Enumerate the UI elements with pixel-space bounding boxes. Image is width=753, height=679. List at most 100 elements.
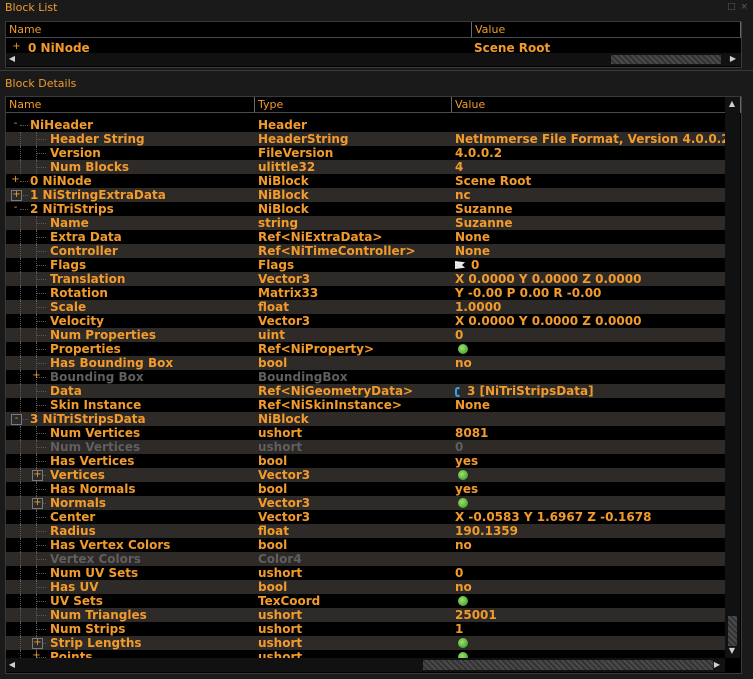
scroll-down-icon[interactable]: ▼ — [727, 646, 737, 656]
collapse-icon[interactable]: - — [11, 414, 22, 425]
field-value[interactable]: X -0.0583 Y 1.6967 Z -0.1678 — [455, 510, 725, 524]
field-value[interactable]: X 0.0000 Y 0.0000 Z 0.0000 — [455, 272, 725, 286]
field-value[interactable]: None — [455, 230, 725, 244]
scroll-thumb[interactable] — [611, 55, 721, 64]
field-value[interactable] — [455, 412, 725, 426]
tree-row[interactable]: Num Strips ushort 1 — [6, 622, 725, 636]
scroll-thumb[interactable] — [728, 616, 737, 646]
panel-controls-icon[interactable]: □ × — [727, 1, 749, 13]
tree-row[interactable]: Extra Data Ref<NiExtraData> None — [6, 230, 725, 244]
field-value[interactable] — [455, 370, 725, 384]
tree-row[interactable]: -3 NiTriStripsData NiBlock — [6, 412, 725, 426]
tree-row[interactable]: + Points ushort — [6, 650, 725, 658]
field-value[interactable] — [455, 342, 725, 356]
tree-row[interactable]: Has Normals bool yes — [6, 482, 725, 496]
expand-icon[interactable]: + — [12, 42, 21, 52]
field-value[interactable]: 4.0.0.2 — [455, 146, 725, 160]
tree-row[interactable]: +0 NiNode NiBlock Scene Root — [6, 174, 725, 188]
column-header-name[interactable]: Name — [6, 97, 255, 113]
field-value[interactable]: no — [455, 356, 725, 370]
field-value[interactable] — [455, 118, 725, 132]
field-value[interactable]: 0 — [455, 440, 725, 454]
tree-row[interactable]: Version FileVersion 4.0.0.2 — [6, 146, 725, 160]
field-value[interactable] — [455, 636, 725, 650]
field-value[interactable]: Scene Root — [455, 174, 725, 188]
expand-icon[interactable]: + — [11, 190, 22, 201]
field-value[interactable]: no — [455, 538, 725, 552]
scroll-thumb[interactable] — [423, 660, 713, 670]
field-value[interactable]: yes — [455, 454, 725, 468]
field-value[interactable]: 1.0000 — [455, 300, 725, 314]
expand-icon[interactable]: + — [32, 498, 43, 509]
column-header-value[interactable]: Value — [472, 22, 741, 38]
scroll-right-icon[interactable]: ▶ — [728, 54, 738, 64]
field-value[interactable]: None — [455, 398, 725, 412]
tree-row[interactable]: Header String HeaderString NetImmerse File… — [6, 132, 725, 146]
tree-row[interactable]: Num Vertices ushort 0 — [6, 440, 725, 454]
tree-row[interactable]: Vertex Colors Color4 — [6, 552, 725, 566]
field-value[interactable] — [455, 594, 725, 608]
field-value[interactable] — [455, 650, 725, 658]
tree-row[interactable]: Has Vertex Colors bool no — [6, 538, 725, 552]
tree-row[interactable]: Has Bounding Box bool no — [6, 356, 725, 370]
block-list-view[interactable]: Name Value + 0 NiNode Scene Root ◀ ▶ — [5, 21, 742, 68]
tree-row[interactable]: Has UV bool no — [6, 580, 725, 594]
tree-row[interactable]: Num Vertices ushort 8081 — [6, 426, 725, 440]
field-value[interactable]: 25001 — [455, 608, 725, 622]
field-value[interactable]: 1 — [455, 622, 725, 636]
column-header-name[interactable]: Name — [6, 22, 472, 38]
tree-row[interactable]: Rotation Matrix33 Y -0.00 P 0.00 R -0.00 — [6, 286, 725, 300]
expand-icon[interactable]: + — [32, 371, 41, 381]
field-value[interactable]: 0 — [455, 328, 725, 342]
block-details-view[interactable]: Name Type Value - NiHeader Header Header St… — [5, 96, 742, 674]
scroll-left-icon[interactable]: ◀ — [7, 660, 17, 670]
tree-row[interactable]: Scale float 1.0000 — [6, 300, 725, 314]
field-value[interactable]: 8081 — [455, 426, 725, 440]
tree-row[interactable]: Num Properties uint 0 — [6, 328, 725, 342]
tree-row[interactable]: Velocity Vector3 X 0.0000 Y 0.0000 Z 0.000… — [6, 314, 725, 328]
field-value[interactable]: 0 — [455, 258, 725, 272]
array-icon[interactable] — [458, 596, 468, 606]
field-value[interactable]: nc — [455, 188, 725, 202]
tree-row[interactable]: Properties Ref<NiProperty> — [6, 342, 725, 356]
tree-row[interactable]: Num UV Sets ushort 0 — [6, 566, 725, 580]
tree-row[interactable]: Has Vertices bool yes — [6, 454, 725, 468]
field-value[interactable]: X 0.0000 Y 0.0000 Z 0.0000 — [455, 314, 725, 328]
tree-row[interactable]: + Bounding Box BoundingBox — [6, 370, 725, 384]
array-icon[interactable] — [458, 470, 468, 480]
tree-row[interactable]: Controller Ref<NiTimeController> None — [6, 244, 725, 258]
tree-row[interactable]: UV Sets TexCoord — [6, 594, 725, 608]
field-value[interactable]: 190.1359 — [455, 524, 725, 538]
tree-row[interactable]: Num Triangles ushort 25001 — [6, 608, 725, 622]
collapse-icon[interactable]: - — [11, 203, 20, 213]
field-value[interactable]: NetImmerse File Format, Version 4.0.0.2 — [455, 132, 725, 146]
field-value[interactable] — [455, 468, 725, 482]
tree-row[interactable]: - NiHeader Header — [6, 118, 725, 132]
scroll-right-icon[interactable]: ▶ — [712, 660, 722, 670]
tree-row[interactable]: + Strip Lengths ushort — [6, 636, 725, 650]
tree-row[interactable]: +1 NiStringExtraData NiBlock nc — [6, 188, 725, 202]
field-value[interactable]: Suzanne — [455, 202, 725, 216]
flag-icon[interactable] — [455, 261, 465, 269]
tree-row[interactable]: Translation Vector3 X 0.0000 Y 0.0000 Z 0.… — [6, 272, 725, 286]
field-value[interactable]: no — [455, 580, 725, 594]
tree-row[interactable]: Center Vector3 X -0.0583 Y 1.6967 Z -0.167… — [6, 510, 725, 524]
tree-row[interactable]: Skin Instance Ref<NiSkinInstance> None — [6, 398, 725, 412]
field-value[interactable] — [455, 552, 725, 566]
scroll-up-icon[interactable]: ▲ — [727, 99, 737, 109]
field-value[interactable]: yes — [455, 482, 725, 496]
details-vscrollbar[interactable]: ▲ ▼ — [725, 97, 740, 658]
array-icon[interactable] — [458, 638, 468, 648]
field-value[interactable] — [455, 496, 725, 510]
tree-row[interactable]: Flags Flags 0 — [6, 258, 725, 272]
tree-row[interactable]: Num Blocks ulittle32 4 — [6, 160, 725, 174]
scroll-left-icon[interactable]: ◀ — [7, 54, 17, 64]
expand-icon[interactable]: + — [11, 175, 20, 185]
field-value[interactable]: None — [455, 244, 725, 258]
link-icon[interactable] — [455, 387, 461, 397]
tree-row[interactable]: + Normals Vector3 — [6, 496, 725, 510]
field-value[interactable]: 4 — [455, 160, 725, 174]
tree-row[interactable]: Radius float 190.1359 — [6, 524, 725, 538]
column-header-type[interactable]: Type — [255, 97, 452, 113]
column-header-value[interactable]: Value — [452, 97, 741, 113]
